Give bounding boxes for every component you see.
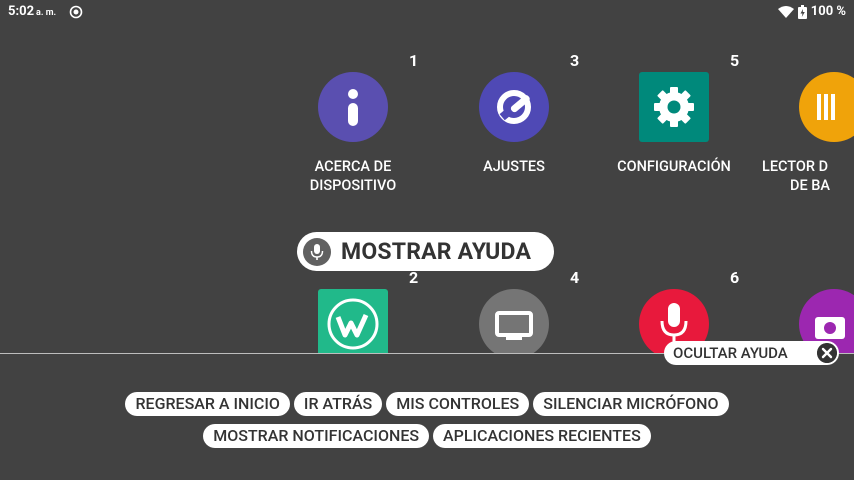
app-label: CONFIGURACIÓN [617, 158, 731, 175]
mis-controles-chip[interactable]: MIS CONTROLES [386, 392, 530, 416]
aplicaciones-recientes-chip[interactable]: APLICACIONES RECIENTES [433, 424, 651, 448]
mostrar-ayuda-label: MOSTRAR AYUDA [341, 238, 532, 265]
mostrar-notificaciones-chip[interactable]: MOSTRAR NOTIFICACIONES [203, 424, 430, 448]
app-number: 3 [570, 51, 580, 70]
app-ajustes[interactable]: 3 AJUSTES [424, 50, 604, 200]
app-number: 4 [570, 268, 580, 287]
silenciar-microfono-chip[interactable]: SILENCIAR MICRÓFONO [533, 392, 729, 416]
app-label: AJUSTES [483, 158, 545, 175]
mostrar-ayuda-button[interactable]: MOSTRAR AYUDA [297, 232, 554, 271]
regresar-a-inicio-chip[interactable]: REGRESAR A INICIO [125, 392, 290, 416]
barcode-icon [799, 72, 854, 142]
ir-atras-chip[interactable]: IR ATRÁS [293, 392, 383, 416]
app-w[interactable]: 2 [263, 267, 443, 354]
app-grid: 1 ACERCA DE DISPOSITIVO 3 AJUSTES 5 CONF… [0, 0, 854, 354]
ocultar-ayuda-label: OCULTAR AYUDA [673, 344, 788, 362]
gear-icon [639, 72, 709, 142]
app-configuracion[interactable]: 5 CONFIGURACIÓN [584, 50, 764, 200]
app-label: ACERCA DE DISPOSITIVO [309, 158, 397, 194]
app-acerca-de-dispositivo[interactable]: 1 ACERCA DE DISPOSITIVO [263, 50, 443, 200]
commands-row-1: REGRESAR A INICIO IR ATRÁS MIS CONTROLES… [0, 392, 854, 416]
close-icon[interactable] [817, 343, 837, 363]
monitor-icon [479, 289, 549, 354]
app-number: 6 [730, 268, 740, 287]
app-number: 1 [409, 51, 419, 70]
commands-row-2: MOSTRAR NOTIFICACIONES APLICACIONES RECI… [0, 424, 854, 448]
wrench-icon [479, 72, 549, 142]
app-lector-de-barras[interactable]: LECTOR D DE BA [744, 50, 854, 200]
w-logo-icon [318, 289, 388, 354]
app-label: LECTOR D DE BA [762, 158, 831, 194]
app-number: 5 [730, 51, 740, 70]
app-pantalla[interactable]: 4 [424, 267, 604, 354]
info-icon [318, 72, 388, 142]
ocultar-ayuda-button[interactable]: OCULTAR AYUDA [664, 341, 839, 365]
microphone-icon [303, 237, 331, 266]
